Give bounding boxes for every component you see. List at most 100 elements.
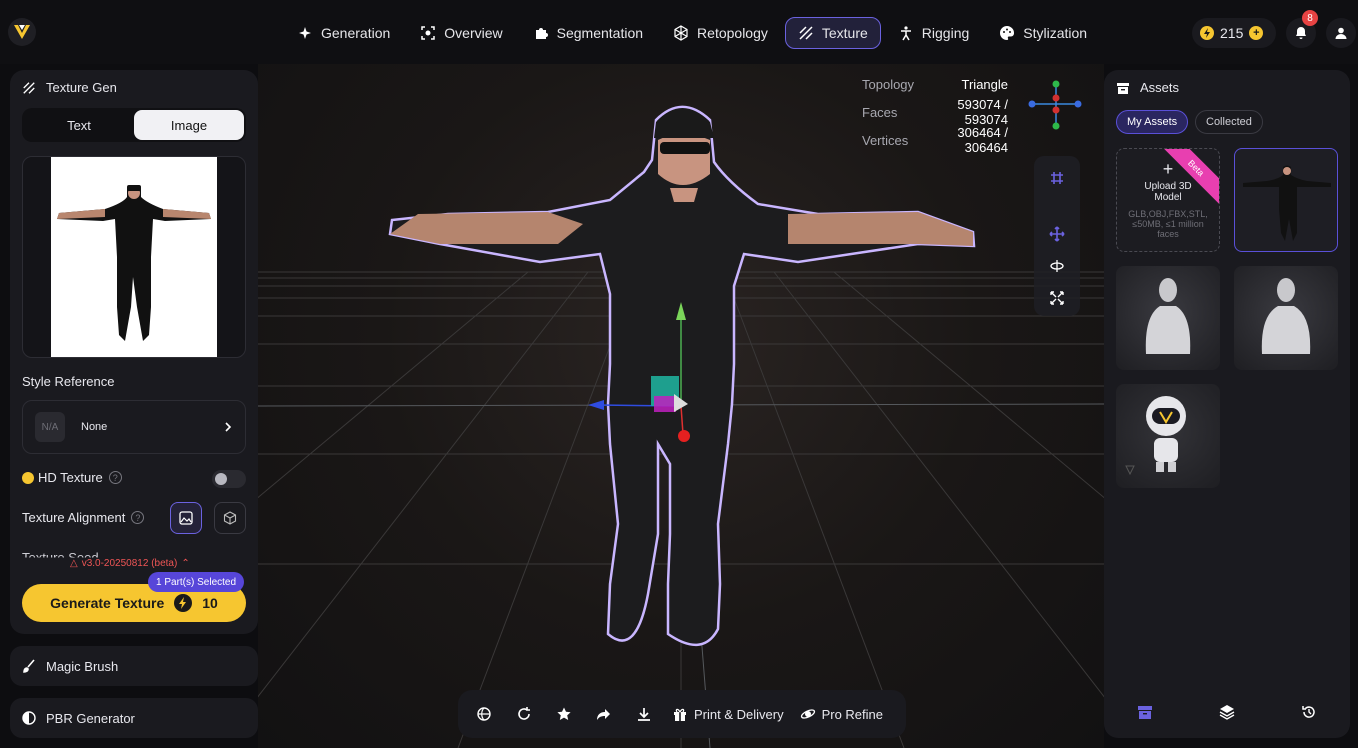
user-icon bbox=[1335, 27, 1347, 39]
pro-refine-button[interactable]: Pro Refine bbox=[794, 698, 889, 730]
hd-texture-toggle[interactable] bbox=[212, 470, 246, 488]
nav-stylization[interactable]: Stylization bbox=[986, 17, 1100, 49]
reference-image-box[interactable] bbox=[22, 156, 246, 358]
person-thumbnail bbox=[57, 185, 211, 341]
align-geometry-button[interactable] bbox=[214, 502, 246, 534]
texture-gen-panel: Texture Gen Text Image Style Reference N… bbox=[10, 70, 258, 634]
nav-overview[interactable]: Overview bbox=[407, 17, 515, 49]
topology-label: Topology bbox=[862, 76, 915, 92]
notifications-count: 8 bbox=[1302, 10, 1318, 26]
panel-header: Texture Gen bbox=[22, 80, 117, 95]
archive-icon[interactable] bbox=[1137, 704, 1153, 720]
asset-thumb-3[interactable] bbox=[1234, 266, 1338, 370]
style-reference-select[interactable]: N/A None bbox=[22, 400, 246, 454]
rotate-icon[interactable] bbox=[1049, 258, 1065, 274]
pbr-generator-label: PBR Generator bbox=[46, 710, 135, 726]
upload-hint: GLB,OBJ,FBX,STL, ≤50MB, ≤1 million faces bbox=[1128, 209, 1208, 239]
notifications-button[interactable]: 8 bbox=[1286, 10, 1318, 48]
image-icon bbox=[179, 511, 193, 525]
nav-segmentation-label: Segmentation bbox=[556, 25, 644, 41]
pbr-generator-panel[interactable]: PBR Generator bbox=[10, 698, 258, 738]
move-icon[interactable] bbox=[1049, 226, 1065, 242]
layers-icon[interactable] bbox=[1219, 704, 1235, 720]
parts-selected-badge: 1 Part(s) Selected bbox=[148, 572, 245, 592]
viewport-toolbar: Print & Delivery Pro Refine bbox=[458, 690, 906, 738]
nav-segmentation[interactable]: Segmentation bbox=[520, 17, 656, 49]
mesh-stats: Topology Triangle Faces 593074 / 593074 Ve… bbox=[862, 70, 1008, 156]
flame-icon: △ bbox=[70, 558, 78, 569]
gift-icon bbox=[674, 708, 686, 721]
align-image-button[interactable] bbox=[170, 502, 202, 534]
premium-coin-icon bbox=[22, 471, 34, 484]
refine-icon bbox=[800, 709, 815, 719]
brush-icon bbox=[23, 659, 35, 673]
nav-texture[interactable]: Texture bbox=[784, 17, 881, 49]
profile-button[interactable] bbox=[1326, 18, 1356, 48]
plus-icon: + bbox=[1162, 159, 1174, 179]
sparkle-icon bbox=[299, 27, 311, 39]
nav-rigging[interactable]: Rigging bbox=[885, 17, 982, 49]
add-credits-icon[interactable]: + bbox=[1249, 26, 1264, 40]
nav-generation[interactable]: Generation bbox=[284, 17, 403, 49]
tab-my-assets[interactable]: My Assets bbox=[1116, 110, 1189, 134]
figure-icon bbox=[900, 26, 911, 41]
person-model-thumb bbox=[1243, 165, 1331, 241]
nav-rigging-label: Rigging bbox=[921, 25, 970, 41]
generate-cost: 10 bbox=[202, 595, 218, 611]
faces-value: 593074 / 593074 bbox=[957, 97, 1008, 127]
version-selector[interactable]: △ v3.0-20250812 (beta) ⌃ bbox=[70, 558, 190, 569]
tab-text[interactable]: Text bbox=[24, 110, 134, 140]
nav-retopology[interactable]: Retopology bbox=[660, 17, 781, 49]
scale-icon[interactable] bbox=[1049, 290, 1065, 306]
main-nav: Generation Overview Segmentation Retopol… bbox=[284, 17, 1100, 49]
credits-display[interactable]: 215 + bbox=[1192, 18, 1276, 48]
print-delivery-label: Print & Delivery bbox=[694, 706, 784, 722]
asset-thumb-4[interactable] bbox=[1116, 384, 1220, 488]
nav-generation-label: Generation bbox=[321, 25, 391, 41]
assets-panel: Assets My Assets Collected Beta + Upload… bbox=[1104, 70, 1350, 738]
nav-overview-label: Overview bbox=[444, 25, 503, 41]
favorite-button[interactable] bbox=[546, 698, 582, 730]
bust-model-thumb bbox=[1145, 278, 1191, 354]
lighting-button[interactable] bbox=[466, 698, 502, 730]
share-button[interactable] bbox=[586, 698, 622, 730]
print-delivery-button[interactable]: Print & Delivery bbox=[666, 698, 790, 730]
upload-title: Upload 3D Model bbox=[1144, 181, 1192, 203]
style-reference-value: None bbox=[81, 421, 108, 433]
credits-value: 215 bbox=[1220, 25, 1244, 41]
help-icon[interactable]: ? bbox=[108, 471, 122, 484]
panel-title: Texture Gen bbox=[46, 80, 117, 95]
faces-label: Faces bbox=[862, 104, 898, 120]
puzzle-icon bbox=[535, 28, 548, 39]
magic-brush-panel[interactable]: Magic Brush bbox=[10, 646, 258, 686]
tab-image[interactable]: Image bbox=[134, 110, 244, 140]
scan-icon bbox=[421, 26, 436, 40]
cube-icon bbox=[223, 511, 237, 525]
tab-collected[interactable]: Collected bbox=[1195, 110, 1263, 134]
bust-model-thumb bbox=[1261, 278, 1311, 354]
orientation-axes-icon[interactable] bbox=[1028, 80, 1082, 130]
globe-icon bbox=[477, 707, 491, 721]
download-button[interactable] bbox=[626, 698, 662, 730]
texture-icon bbox=[23, 81, 35, 94]
app-logo[interactable] bbox=[8, 18, 36, 46]
help-icon[interactable]: ? bbox=[131, 511, 145, 524]
upload-3d-model-card[interactable]: Beta + Upload 3D Model GLB,OBJ,FBX,STL, … bbox=[1116, 148, 1220, 252]
bell-icon bbox=[1296, 27, 1306, 39]
generate-texture-label: Generate Texture bbox=[50, 595, 165, 611]
3d-viewport[interactable]: Topology Triangle Faces 593074 / 593074 Ve… bbox=[258, 64, 1104, 748]
asset-thumb-1[interactable] bbox=[1234, 148, 1338, 252]
share-arrow-icon bbox=[597, 709, 610, 720]
texture-alignment-label: Texture Alignment bbox=[22, 510, 126, 525]
history-icon[interactable] bbox=[1301, 704, 1317, 720]
assets-header: Assets bbox=[1116, 80, 1179, 95]
star-icon bbox=[557, 707, 571, 720]
grid-hash-icon[interactable] bbox=[1049, 170, 1065, 186]
asset-thumb-2[interactable] bbox=[1116, 266, 1220, 370]
reset-view-button[interactable] bbox=[506, 698, 542, 730]
style-reference-label: Style Reference bbox=[22, 374, 115, 389]
texture-icon bbox=[799, 26, 813, 40]
viewport-tools bbox=[1034, 156, 1080, 316]
logo-icon bbox=[14, 25, 30, 39]
topology-value: Triangle bbox=[961, 76, 1008, 92]
